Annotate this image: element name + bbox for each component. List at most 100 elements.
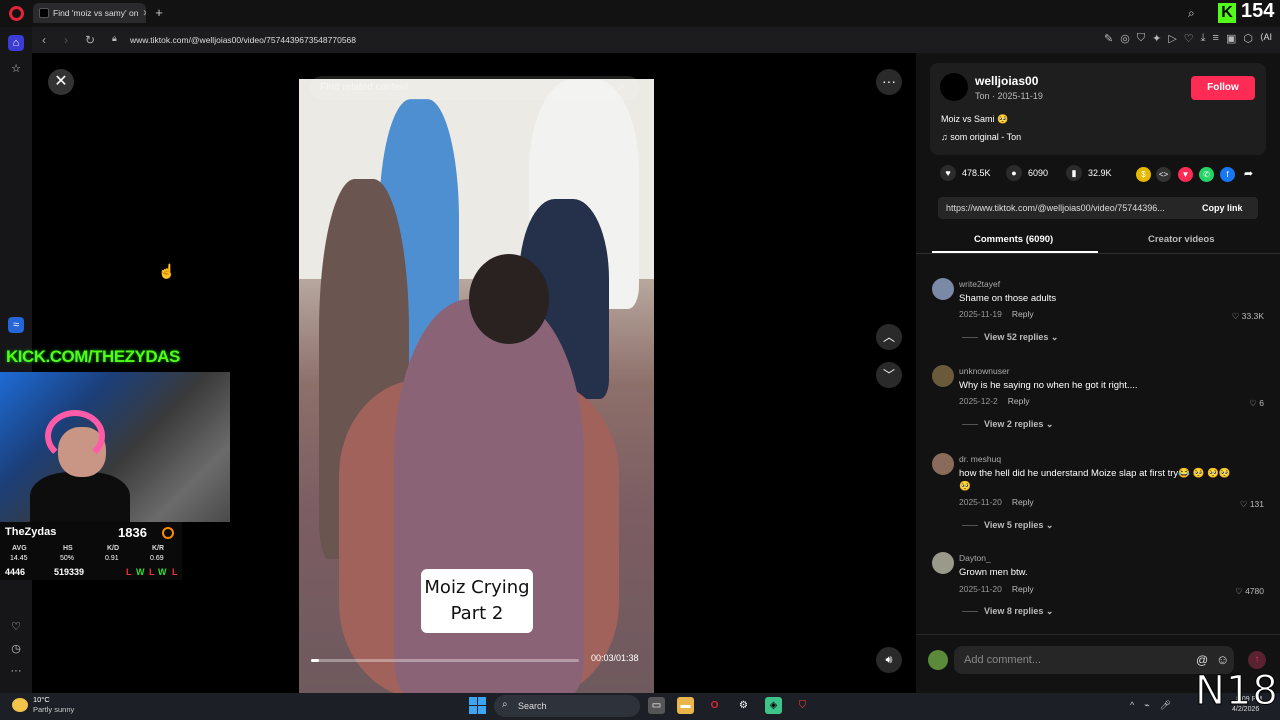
comment-button[interactable]: ● 6090 bbox=[1006, 165, 1048, 181]
camera-icon[interactable]: ◎ bbox=[1120, 32, 1130, 45]
taskbar-search[interactable]: ⌕ Search bbox=[494, 695, 640, 717]
weather-desc[interactable]: Partly sunny bbox=[33, 705, 74, 714]
author-username[interactable]: welljoias00 bbox=[975, 74, 1038, 88]
tab-close-icon[interactable]: ✕ bbox=[142, 8, 146, 19]
stat-header: K/D bbox=[107, 545, 120, 552]
search-tabs-icon[interactable]: ⌕ bbox=[1188, 6, 1195, 21]
stat-header: AVG bbox=[12, 545, 27, 552]
app-icon[interactable]: ◈ bbox=[765, 697, 782, 714]
reply-button[interactable]: Reply bbox=[1012, 309, 1034, 319]
comment-username[interactable]: dr. meshuq bbox=[959, 454, 1001, 464]
comment-likes[interactable]: ♡ 6 bbox=[1249, 398, 1264, 409]
view-replies-button[interactable]: View 2 replies ⌄ bbox=[962, 419, 1053, 430]
opera-taskbar-icon[interactable]: O bbox=[706, 697, 723, 714]
network-icon[interactable]: ⌁ bbox=[1144, 700, 1149, 711]
shield-icon[interactable]: ⛉ bbox=[1137, 32, 1145, 45]
browser-tab[interactable]: Find 'moiz vs samy' on ✕ bbox=[33, 3, 146, 23]
avatar[interactable] bbox=[932, 278, 954, 300]
next-video-button[interactable]: ﹀ bbox=[876, 362, 902, 388]
heart-icon[interactable]: ♡ bbox=[8, 619, 24, 635]
coin-icon[interactable]: $ bbox=[1136, 167, 1151, 182]
cube-icon[interactable]: ⬡ bbox=[1243, 32, 1253, 45]
home-icon[interactable]: ⌂ bbox=[8, 35, 24, 51]
post-comment-button[interactable]: ↑ bbox=[1248, 651, 1266, 669]
reply-button[interactable]: Reply bbox=[1012, 497, 1034, 507]
comment-username[interactable]: write2tayef bbox=[959, 279, 1000, 289]
avatar[interactable] bbox=[932, 365, 954, 387]
more-icon[interactable]: ··· bbox=[8, 663, 24, 679]
video-player[interactable]: Moiz Crying Part 2 00:03/01:38 bbox=[299, 79, 654, 693]
share-icon[interactable]: ➦ bbox=[1241, 167, 1256, 182]
view-replies-button[interactable]: View 52 replies ⌄ bbox=[962, 332, 1058, 343]
avatar[interactable] bbox=[932, 552, 954, 574]
facebook-icon[interactable]: f bbox=[1220, 167, 1235, 182]
lock-icon[interactable]: 🔒︎ bbox=[112, 33, 117, 44]
app-icon[interactable]: ⚙ bbox=[735, 697, 752, 714]
emoji-icon[interactable]: ☺ bbox=[1216, 652, 1229, 667]
extension-icon[interactable]: ✦ bbox=[1152, 32, 1161, 45]
chevron-up-icon[interactable]: ^ bbox=[1130, 700, 1134, 711]
streamer-rating: 1836 bbox=[118, 525, 147, 540]
weather-icon[interactable] bbox=[12, 698, 28, 712]
comment-likes[interactable]: ♡ 131 bbox=[1240, 499, 1264, 510]
new-tab-icon[interactable]: + bbox=[152, 6, 166, 20]
volume-icon[interactable]: 🔊︎ bbox=[876, 647, 902, 673]
comment-likes[interactable]: ♡ 33.3K bbox=[1232, 311, 1264, 322]
related-search-input[interactable]: Find related content bbox=[310, 76, 640, 100]
url-field[interactable]: www.tiktok.com/@welljoias00/video/757443… bbox=[130, 35, 356, 45]
messenger-icon[interactable]: ≈ bbox=[8, 317, 24, 333]
comment-likes[interactable]: ♡ 4780 bbox=[1235, 586, 1264, 597]
opera-logo-icon[interactable] bbox=[9, 6, 24, 21]
previous-video-button[interactable]: ︿ bbox=[876, 324, 902, 350]
save-button[interactable]: ▮ 32.9K bbox=[1066, 165, 1112, 181]
heart-icon[interactable]: ♡ bbox=[1184, 32, 1194, 45]
reply-button[interactable]: Reply bbox=[1008, 396, 1030, 406]
embed-icon[interactable]: <> bbox=[1156, 167, 1171, 182]
video-figure-head bbox=[469, 254, 549, 344]
tab-comments[interactable]: Comments (6090) bbox=[974, 234, 1053, 245]
sound-link[interactable]: ♫ som original - Ton bbox=[941, 132, 1021, 142]
ai-button[interactable]: ⟨AI bbox=[1260, 32, 1272, 45]
reload-icon[interactable]: ↻ bbox=[85, 33, 95, 47]
brave-icon[interactable]: ⛉ bbox=[794, 697, 811, 714]
whatsapp-icon[interactable]: ✆ bbox=[1199, 167, 1214, 182]
weather-temp[interactable]: 10°C bbox=[33, 695, 50, 704]
avatar[interactable] bbox=[940, 73, 968, 101]
send-icon[interactable]: ▼ bbox=[1178, 167, 1193, 182]
video-progress-bar[interactable] bbox=[311, 659, 579, 662]
back-icon[interactable]: ‹ bbox=[42, 33, 46, 47]
view-replies-button[interactable]: View 8 replies ⌄ bbox=[962, 606, 1053, 617]
avatar[interactable] bbox=[932, 453, 954, 475]
close-icon[interactable]: ✕ bbox=[48, 69, 74, 95]
search-icon[interactable]: ⌕ bbox=[619, 78, 626, 93]
sound-name: som original - Ton bbox=[950, 132, 1022, 142]
download-icon[interactable]: ⤓ bbox=[1201, 32, 1206, 45]
like-button[interactable]: ♥ 478.5K bbox=[940, 165, 991, 181]
share-link[interactable]: https://www.tiktok.com/@welljoias00/vide… bbox=[946, 203, 1165, 213]
star-icon[interactable]: ☆ bbox=[8, 61, 24, 77]
mention-icon[interactable]: @ bbox=[1196, 653, 1208, 667]
edit-icon[interactable]: ✎ bbox=[1104, 32, 1113, 45]
tab-creator-videos[interactable]: Creator videos bbox=[1148, 234, 1215, 245]
comment-text: how the hell did he understand Moize sla… bbox=[959, 468, 1231, 492]
profile-icon[interactable]: ▣ bbox=[1226, 32, 1236, 45]
start-button[interactable] bbox=[469, 697, 486, 714]
copy-link-button[interactable]: Copy link bbox=[1202, 203, 1243, 213]
comment-text: Why is he saying no when he got it right… bbox=[959, 380, 1138, 391]
view-replies-button[interactable]: View 5 replies ⌄ bbox=[962, 520, 1053, 531]
follow-button[interactable]: Follow bbox=[1191, 76, 1255, 100]
more-options-button[interactable]: ··· bbox=[876, 69, 902, 95]
comment-input[interactable] bbox=[954, 646, 1234, 674]
comment-username[interactable]: Dayton_ bbox=[959, 553, 991, 563]
forward-icon[interactable]: › bbox=[64, 33, 68, 47]
comment-username[interactable]: unknownuser bbox=[959, 366, 1010, 376]
file-explorer-icon[interactable]: ▬ bbox=[677, 697, 694, 714]
history-icon[interactable]: ◷ bbox=[8, 641, 24, 657]
menu-icon[interactable]: ≡ bbox=[1213, 32, 1219, 45]
play-icon[interactable]: ▷ bbox=[1168, 32, 1176, 45]
mic-icon[interactable]: 🎤︎ bbox=[1160, 700, 1171, 711]
reply-button[interactable]: Reply bbox=[1012, 584, 1034, 594]
task-view-icon[interactable]: ▭ bbox=[648, 697, 665, 714]
chevron-down-icon: ⌄ bbox=[1050, 332, 1059, 342]
author-meta: Ton · 2025-11-19 bbox=[975, 91, 1043, 101]
